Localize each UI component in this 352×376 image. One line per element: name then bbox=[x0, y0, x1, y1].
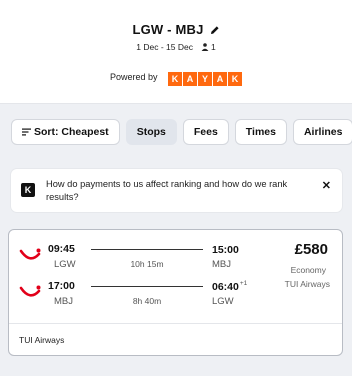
ranking-notice: K How do payments to us affect ranking a… bbox=[11, 169, 342, 212]
departure-time: 17:00 bbox=[48, 280, 75, 292]
person-icon bbox=[201, 43, 209, 51]
footer-airline: TUI Airways bbox=[19, 335, 65, 345]
sort-button[interactable]: Sort: Cheapest bbox=[11, 119, 120, 145]
departure-airport: LGW bbox=[54, 259, 76, 270]
airlines-filter-button[interactable]: Airlines bbox=[292, 119, 352, 145]
departure-airport: MBJ bbox=[54, 296, 73, 307]
departure-time: 09:45 bbox=[48, 243, 75, 255]
flight-line bbox=[91, 286, 203, 287]
flight-duration: 8h 40m bbox=[132, 296, 162, 306]
sort-icon bbox=[22, 128, 31, 136]
kayak-letter: Y bbox=[198, 72, 212, 86]
route-edit[interactable]: LGW - MBJ bbox=[0, 22, 352, 37]
sort-label: Sort: Cheapest bbox=[34, 126, 109, 138]
tui-smile-icon bbox=[19, 285, 41, 297]
arrival-airport: LGW bbox=[212, 296, 234, 307]
arrival-time-wrap: 15:00 bbox=[212, 243, 240, 256]
arrival-airport: MBJ bbox=[212, 259, 231, 270]
kayak-k-icon: K bbox=[21, 183, 35, 197]
stops-filter-button[interactable]: Stops bbox=[125, 119, 177, 145]
times-filter-button[interactable]: Times bbox=[234, 119, 287, 145]
carrier-name: TUI Airways bbox=[284, 279, 330, 289]
price: £580 bbox=[294, 241, 328, 258]
flight-result-card[interactable]: 09:45 LGW 10h 15m 15:00 MBJ 17:00 MBJ 8h… bbox=[8, 229, 343, 356]
filter-bar: Sort: Cheapest Stops Fees Times Airlines bbox=[11, 119, 352, 145]
kayak-letter: A bbox=[183, 72, 197, 86]
arrival-time-wrap: 06:40+1 bbox=[212, 280, 247, 293]
ranking-notice-link[interactable]: How do payments to us affect ranking and… bbox=[46, 178, 301, 204]
search-summary-header: LGW - MBJ 1 Dec - 15 Dec 1 Powered by K A… bbox=[0, 0, 352, 104]
fees-filter-button[interactable]: Fees bbox=[182, 119, 229, 145]
pencil-icon[interactable] bbox=[210, 25, 220, 35]
kayak-letter: K bbox=[228, 72, 242, 86]
trip-dates: 1 Dec - 15 Dec bbox=[136, 42, 193, 52]
divider bbox=[9, 323, 342, 324]
close-icon[interactable]: ✕ bbox=[322, 179, 331, 192]
kayak-logo: K A Y A K bbox=[168, 72, 242, 86]
cabin-class: Economy bbox=[290, 265, 326, 275]
kayak-letter: K bbox=[168, 72, 182, 86]
tui-smile-icon bbox=[19, 248, 41, 260]
kayak-letter: A bbox=[213, 72, 227, 86]
flight-duration: 10h 15m bbox=[130, 259, 164, 269]
flight-line bbox=[91, 249, 203, 250]
arrival-time: 15:00 bbox=[212, 244, 239, 256]
route-title: LGW - MBJ bbox=[132, 22, 204, 37]
powered-by-label: Powered by bbox=[110, 72, 158, 82]
trip-details: 1 Dec - 15 Dec 1 bbox=[0, 42, 352, 52]
arrival-time: 06:40 bbox=[212, 281, 239, 293]
day-offset: +1 bbox=[239, 280, 248, 287]
traveller-count: 1 bbox=[210, 42, 216, 52]
